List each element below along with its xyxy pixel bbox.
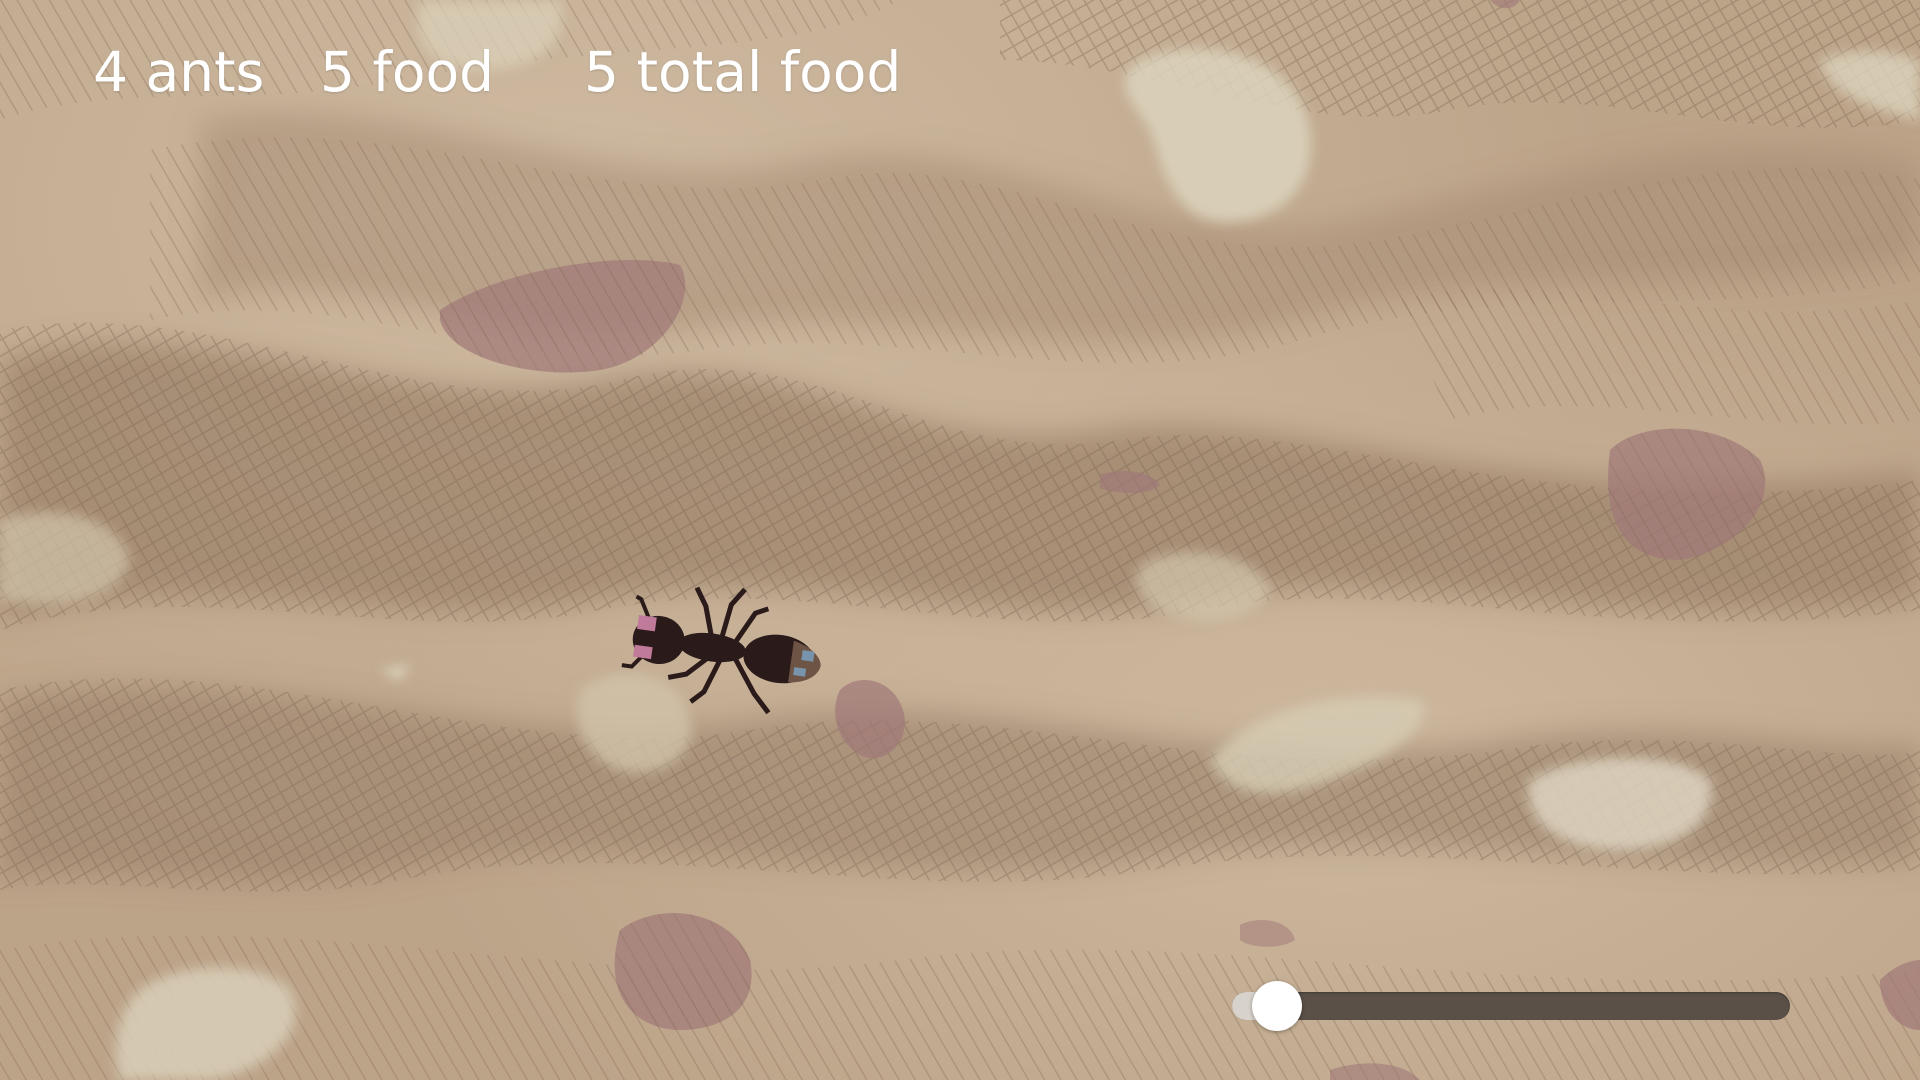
slider-track[interactable] — [1232, 992, 1790, 1020]
slider-thumb[interactable] — [1252, 981, 1302, 1031]
ant-count-label: 4 ants — [93, 40, 265, 104]
game-canvas[interactable]: 4 ants 5 food 5 total food — [0, 0, 1920, 1080]
speed-slider[interactable] — [1232, 981, 1790, 1031]
total-food-label: 5 total food — [584, 40, 902, 104]
sand-terrain — [0, 0, 1920, 1080]
food-count-label: 5 food — [320, 40, 495, 104]
